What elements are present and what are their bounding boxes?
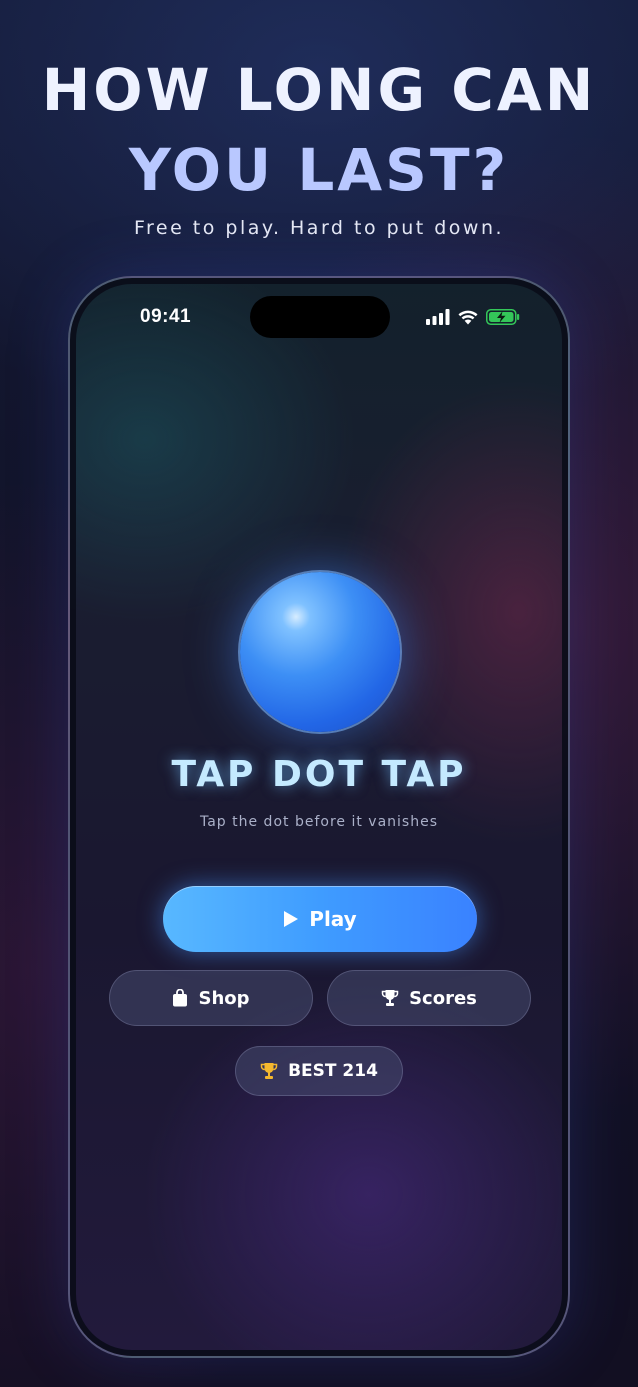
wifi-icon: [458, 310, 478, 325]
shop-button-label: Shop: [198, 987, 250, 1009]
marketing-headline: HOW LONG CAN YOU LAST?: [0, 50, 638, 210]
trophy-icon: [260, 1063, 278, 1079]
trophy-icon: [381, 990, 399, 1006]
tap-dot[interactable]: [240, 572, 400, 732]
status-icons: [426, 308, 520, 326]
game-tagline: Tap the dot before it vanishes: [199, 814, 438, 830]
cellular-signal-icon: [426, 309, 450, 325]
scores-button[interactable]: Scores: [327, 970, 531, 1026]
scores-button-label: Scores: [409, 987, 477, 1009]
best-score-badge: BEST 214: [235, 1046, 403, 1096]
play-button[interactable]: Play: [163, 886, 477, 952]
headline-line-2: YOU LAST?: [128, 136, 510, 204]
headline-line-1: HOW LONG CAN: [41, 56, 597, 124]
status-time: 09:41: [140, 306, 192, 327]
play-button-label: Play: [309, 907, 357, 931]
battery-charging-icon: [486, 309, 520, 325]
shopping-bag-icon: [173, 989, 188, 1007]
phone-frame: 09:41 TAP DOT TAP Tap the dot before it …: [68, 276, 570, 1358]
best-score-label: BEST 214: [288, 1061, 378, 1081]
game-title: TAP DOT TAP: [171, 754, 467, 795]
marketing-subheadline: Free to play. Hard to put down.: [133, 217, 505, 239]
dynamic-island: [250, 296, 390, 338]
shop-button[interactable]: Shop: [109, 970, 313, 1026]
play-triangle-icon: [284, 911, 299, 927]
